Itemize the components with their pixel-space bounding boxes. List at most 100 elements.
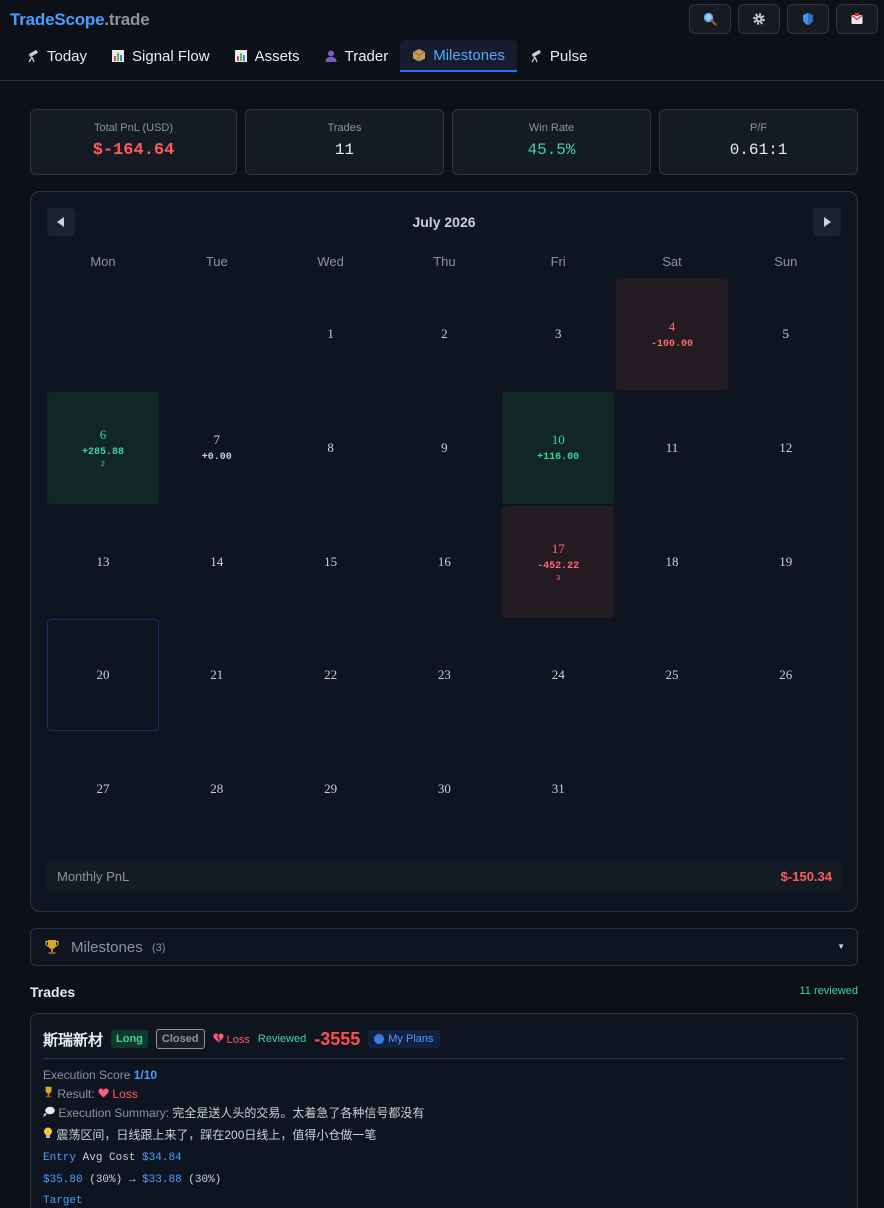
stat-trades: Trades 11 <box>245 109 444 175</box>
plan-badge[interactable]: My Plans <box>368 1030 440 1048</box>
next-month-button[interactable] <box>813 208 841 236</box>
stat-value: $-164.64 <box>92 141 175 160</box>
globe-icon <box>374 1034 385 1044</box>
reviewed-count: 11 reviewed <box>799 985 859 997</box>
calendar-day[interactable]: 9 <box>388 392 500 504</box>
tab-today[interactable]: Today <box>14 40 99 72</box>
calendar-day[interactable]: 8 <box>275 392 387 504</box>
exit-from: $35.80 <box>43 1174 83 1186</box>
brand-name: TradeScope <box>10 10 105 29</box>
exit-from-pct: (30%) <box>89 1174 123 1186</box>
execution-summary-line: Execution Summary: 完全是送人头的交易。太着急了各种信号都没有 <box>43 1104 424 1121</box>
calendar-day[interactable]: 25 <box>616 619 728 731</box>
day-number: 11 <box>665 439 679 455</box>
calendar-day[interactable]: 14 <box>161 506 273 618</box>
result-line: Result: Loss <box>43 1086 138 1101</box>
day-number: 18 <box>665 553 679 569</box>
day-number: 20 <box>96 667 110 683</box>
calendar-day[interactable]: 1 <box>275 278 387 390</box>
stat-win-rate: Win Rate 45.5% <box>452 109 651 175</box>
calendar-day[interactable]: 12 <box>730 392 842 504</box>
calendar-day[interactable]: 11 <box>616 392 728 504</box>
stat-value: 0.61:1 <box>729 141 788 159</box>
tab-label: Assets <box>254 47 300 65</box>
day-number: 14 <box>210 553 224 569</box>
day-number: 26 <box>779 667 793 683</box>
tab-trader[interactable]: Trader <box>312 40 401 72</box>
tab-label: Signal Flow <box>132 47 210 65</box>
trade-card[interactable]: 斯瑞新材 Long Closed Loss Reviewed -3555 My … <box>30 1013 858 1208</box>
calendar-day[interactable]: 29 <box>275 733 387 845</box>
weekday-header: Fri <box>550 254 566 269</box>
day-pnl: -100.00 <box>650 338 693 350</box>
search-button[interactable] <box>689 4 731 34</box>
tab-signal-flow[interactable]: Signal Flow <box>99 40 222 72</box>
bar-chart-icon <box>112 50 125 62</box>
day-trade-count: 2 <box>101 461 105 469</box>
calendar-day[interactable]: 28 <box>161 733 273 845</box>
inbox-button[interactable] <box>836 4 878 34</box>
target-line: Target <box>43 1195 83 1207</box>
execution-score-line: Execution Score 1/10 <box>43 1068 157 1082</box>
milestones-panel[interactable]: Milestones (3) ▼ <box>30 928 858 966</box>
day-number: 9 <box>441 439 448 455</box>
calendar-day[interactable]: 2 <box>388 278 500 390</box>
tab-assets[interactable]: Assets <box>222 40 312 72</box>
day-number: 4 <box>668 318 676 334</box>
calendar-day[interactable]: 22 <box>275 619 387 731</box>
exit-to: $33.88 <box>142 1174 182 1186</box>
calendar-day[interactable]: 17 -452.22 3 <box>502 505 615 618</box>
calendar-day[interactable]: 31 <box>502 733 614 845</box>
calendar-day[interactable]: 5 <box>730 278 842 390</box>
calendar-day[interactable]: 4 -100.00 <box>616 278 728 390</box>
milestones-count: (3) <box>152 942 166 954</box>
gear-icon <box>753 13 765 25</box>
calendar-day[interactable]: 21 <box>161 619 273 731</box>
day-trade-count: 3 <box>556 575 561 583</box>
trades-section-title: Trades <box>30 984 76 1000</box>
idea-text: 震荡区间，日线跟上来了，踩在200日线上，值得小仓做一笔 <box>56 1128 377 1142</box>
inbox-icon <box>851 13 863 24</box>
day-number: 1 <box>327 326 334 341</box>
brand-logo[interactable]: TradeScope.trade <box>10 10 150 30</box>
calendar-day[interactable]: 7 +0.00 <box>161 392 273 504</box>
day-number: 17 <box>551 541 565 557</box>
calendar-day[interactable]: 18 <box>616 506 728 618</box>
calendar-day[interactable]: 19 <box>730 506 842 618</box>
calendar-day[interactable]: 23 <box>388 619 500 731</box>
calendar-day[interactable]: 20 <box>47 619 159 732</box>
calendar-day[interactable]: 24 <box>502 619 614 731</box>
weekday-header: Thu <box>433 254 456 269</box>
calendar-day[interactable]: 16 <box>388 506 500 618</box>
day-number: 7 <box>213 432 221 448</box>
calendar-day[interactable]: 10 +116.00 <box>502 391 615 504</box>
tab-pulse[interactable]: Pulse <box>517 40 600 72</box>
day-number: 27 <box>96 781 110 797</box>
security-button[interactable] <box>787 4 829 34</box>
pnl-calendar: July 2026 Mon Tue Wed Thu Fri Sat Sun 1 2 3 4 -100… <box>30 191 858 912</box>
calendar-day[interactable]: 6 +285.88 2 <box>47 391 159 504</box>
calendar-day[interactable]: 26 <box>730 619 842 731</box>
calendar-day[interactable]: 27 <box>47 733 159 845</box>
weekday-header: Sat <box>662 254 682 269</box>
day-number: 22 <box>324 667 338 683</box>
day-number: 6 <box>99 427 107 443</box>
day-number: 16 <box>437 553 451 569</box>
score-label: Execution Score <box>43 1068 131 1082</box>
settings-button[interactable] <box>738 4 780 34</box>
day-number: 3 <box>554 326 562 341</box>
day-number: 29 <box>324 781 338 797</box>
result-label: Result: <box>57 1087 95 1101</box>
stat-label: Win Rate <box>528 122 575 134</box>
chevron-down-icon[interactable]: ▼ <box>837 942 845 951</box>
milestones-title: Milestones <box>71 939 143 956</box>
shield-icon <box>803 13 813 25</box>
divider <box>43 1058 845 1059</box>
calendar-day[interactable]: 13 <box>47 506 159 618</box>
tab-milestones[interactable]: Milestones <box>400 40 517 72</box>
calendar-day[interactable]: 15 <box>275 506 387 618</box>
tab-label: Pulse <box>549 47 588 65</box>
calendar-day[interactable]: 30 <box>388 733 500 845</box>
day-number: 10 <box>551 432 565 448</box>
calendar-day[interactable]: 3 <box>502 278 614 390</box>
